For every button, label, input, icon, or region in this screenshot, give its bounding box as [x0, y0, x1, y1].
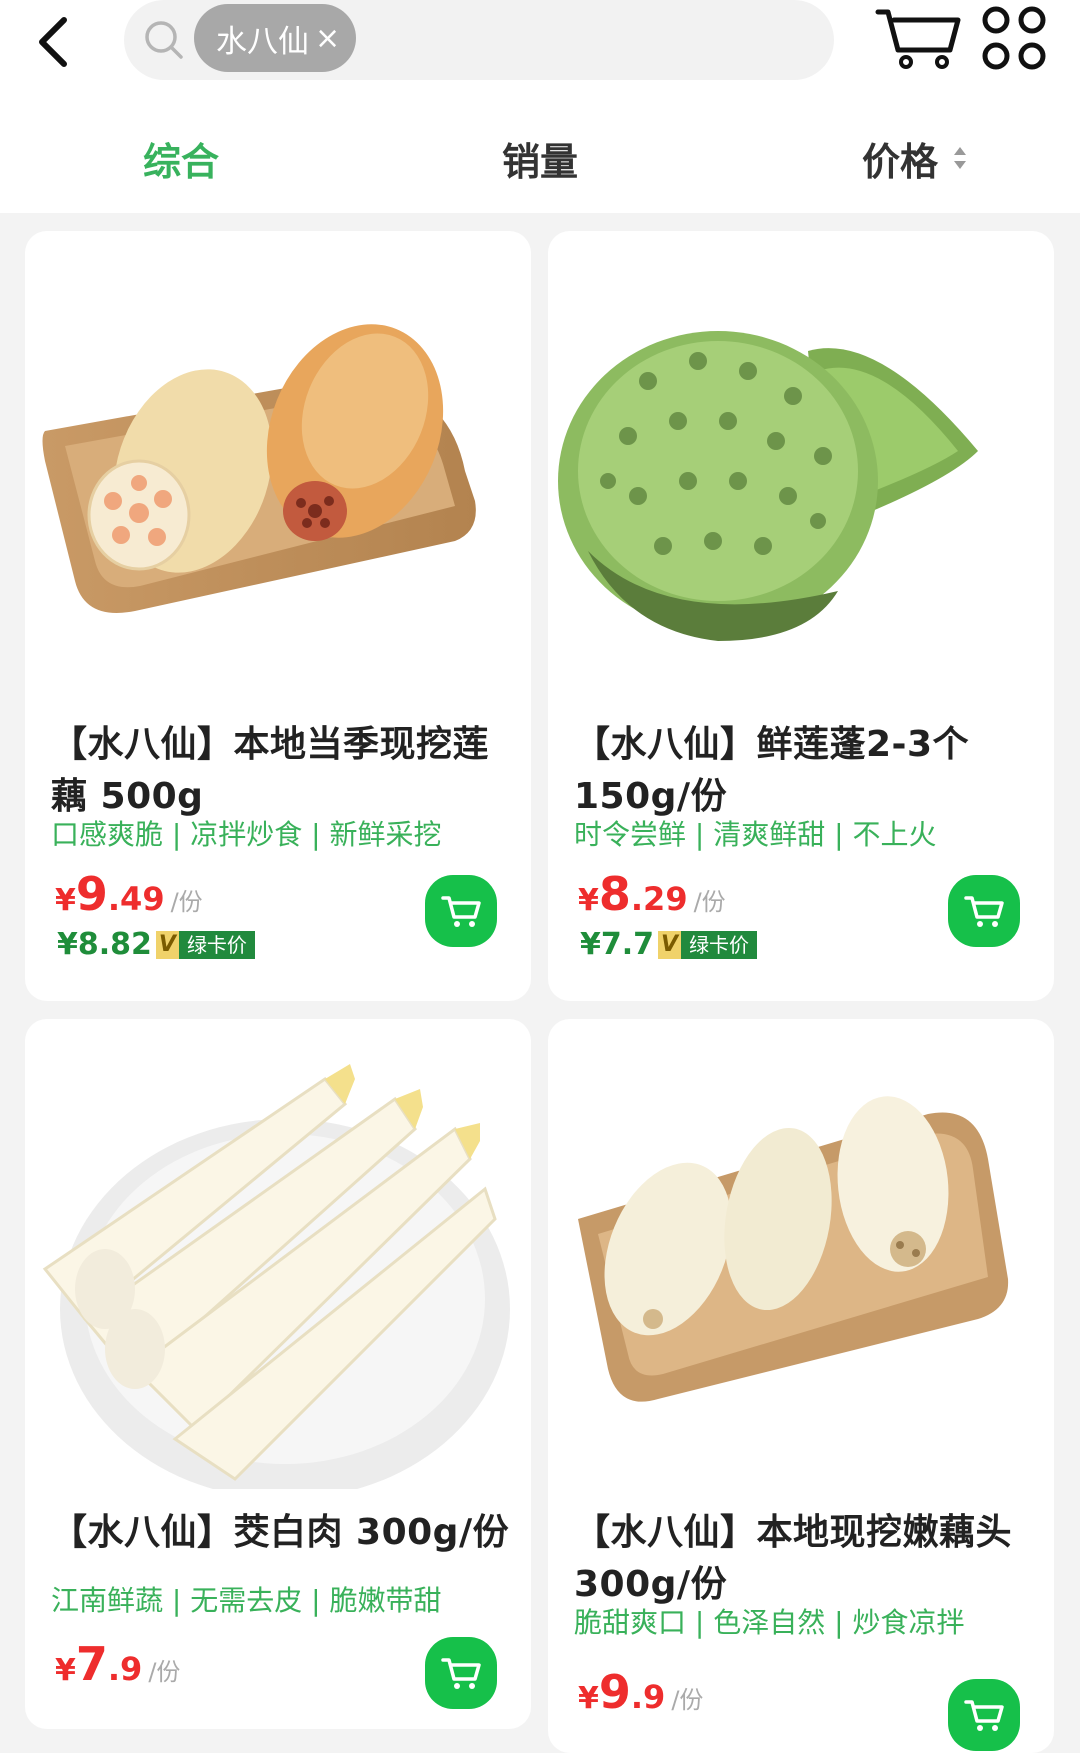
price-decimal: .9: [107, 1650, 143, 1688]
chip-close-icon[interactable]: ×: [315, 21, 340, 56]
product-title[interactable]: 【水八仙】本地现挖嫩藕头 300g/份: [574, 1507, 1044, 1611]
add-to-cart-button[interactable]: [425, 875, 497, 947]
product-card[interactable]: 【水八仙】鲜莲蓬2-3个 150g/份 时令尝鲜 | 清爽鲜甜 | 不上火 ¥ …: [548, 231, 1054, 1001]
product-tagline: 脆甜爽口 | 色泽自然 | 炒食凉拌: [574, 1606, 965, 1639]
add-to-cart-button[interactable]: [948, 875, 1020, 947]
cart-icon: [964, 896, 1004, 927]
product-title[interactable]: 【水八仙】鲜莲蓬2-3个 150g/份: [574, 719, 1044, 823]
price-decimal: .29: [630, 880, 688, 918]
cart-icon: [875, 9, 961, 69]
cart-icon: [441, 896, 481, 927]
product-card[interactable]: 【水八仙】茭白肉 300g/份 江南鲜蔬 | 无需去皮 | 脆嫩带甜 ¥ 7 .…: [25, 1019, 531, 1729]
product-price: ¥ 9 .49 /份: [55, 867, 203, 921]
cart-icon: [964, 1700, 1004, 1731]
product-price: ¥ 8 .29 /份: [578, 867, 726, 921]
member-price: ¥8.82 V 绿卡价: [57, 927, 255, 962]
price-decimal: .49: [107, 880, 165, 918]
product-title[interactable]: 【水八仙】茭白肉 300g/份: [51, 1507, 521, 1559]
member-price-value: ¥7.7: [580, 927, 655, 962]
search-chip-label: 水八仙: [216, 23, 309, 60]
tab-price[interactable]: 价格: [862, 118, 968, 198]
back-button[interactable]: [30, 6, 110, 86]
product-image-lotus-pod: [558, 331, 978, 641]
price-integer: 7: [75, 1637, 108, 1691]
sort-tabs: 综合 销量 价格: [0, 118, 1080, 198]
product-image-lotus-tips: [578, 1096, 1009, 1402]
cart-icon: [441, 1658, 481, 1689]
price-unit: /份: [671, 1686, 704, 1714]
add-to-cart-button[interactable]: [948, 1679, 1020, 1751]
product-tagline: 口感爽脆 | 凉拌炒食 | 新鲜采挖: [51, 818, 442, 851]
price-integer: 8: [598, 867, 631, 921]
cart-button[interactable]: [872, 2, 968, 72]
vip-badge: V: [658, 930, 682, 959]
price-currency: ¥: [55, 883, 76, 918]
price-integer: 9: [75, 867, 108, 921]
product-title[interactable]: 【水八仙】本地当季现挖莲藕 500g: [51, 719, 521, 823]
vip-badge: V: [155, 930, 179, 959]
product-price: ¥ 7 .9 /份: [55, 1637, 180, 1691]
search-input[interactable]: 水八仙 ×: [124, 0, 834, 80]
green-card-badge: 绿卡价: [681, 930, 758, 959]
price-unit: /份: [693, 888, 726, 916]
search-keyword-chip[interactable]: 水八仙 ×: [194, 4, 357, 72]
product-image-water-bamboo: [42, 1064, 510, 1489]
category-grid-button[interactable]: [980, 4, 1050, 74]
add-to-cart-button[interactable]: [425, 1637, 497, 1709]
price-unit: /份: [170, 888, 203, 916]
sort-arrows-icon: [954, 147, 967, 169]
product-image-lotus-root: [42, 324, 476, 613]
chevron-left-icon: [39, 17, 67, 67]
top-bar: 水八仙 × 综合 销量 价格: [0, 0, 1080, 213]
product-card[interactable]: 【水八仙】本地当季现挖莲藕 500g 口感爽脆 | 凉拌炒食 | 新鲜采挖 ¥ …: [25, 231, 531, 1001]
price-currency: ¥: [578, 1681, 599, 1716]
price-currency: ¥: [578, 883, 599, 918]
green-card-badge: 绿卡价: [178, 930, 255, 959]
grid-icon: [982, 6, 1046, 70]
price-integer: 9: [598, 1665, 631, 1719]
tab-price-label: 价格: [862, 139, 939, 184]
product-price: ¥ 9 .9 /份: [578, 1665, 703, 1719]
price-currency: ¥: [55, 1653, 76, 1688]
tab-sales[interactable]: 销量: [502, 118, 578, 198]
member-price-value: ¥8.82: [57, 927, 152, 962]
tab-comprehensive[interactable]: 综合: [143, 118, 219, 198]
member-price: ¥7.7 V 绿卡价: [580, 927, 758, 962]
product-tagline: 时令尝鲜 | 清爽鲜甜 | 不上火: [574, 818, 937, 851]
product-card[interactable]: 【水八仙】本地现挖嫩藕头 300g/份 脆甜爽口 | 色泽自然 | 炒食凉拌 ¥…: [548, 1019, 1054, 1753]
search-icon: [145, 21, 183, 59]
price-decimal: .9: [630, 1678, 666, 1716]
product-tagline: 江南鲜蔬 | 无需去皮 | 脆嫩带甜: [51, 1584, 442, 1617]
price-unit: /份: [148, 1658, 181, 1686]
